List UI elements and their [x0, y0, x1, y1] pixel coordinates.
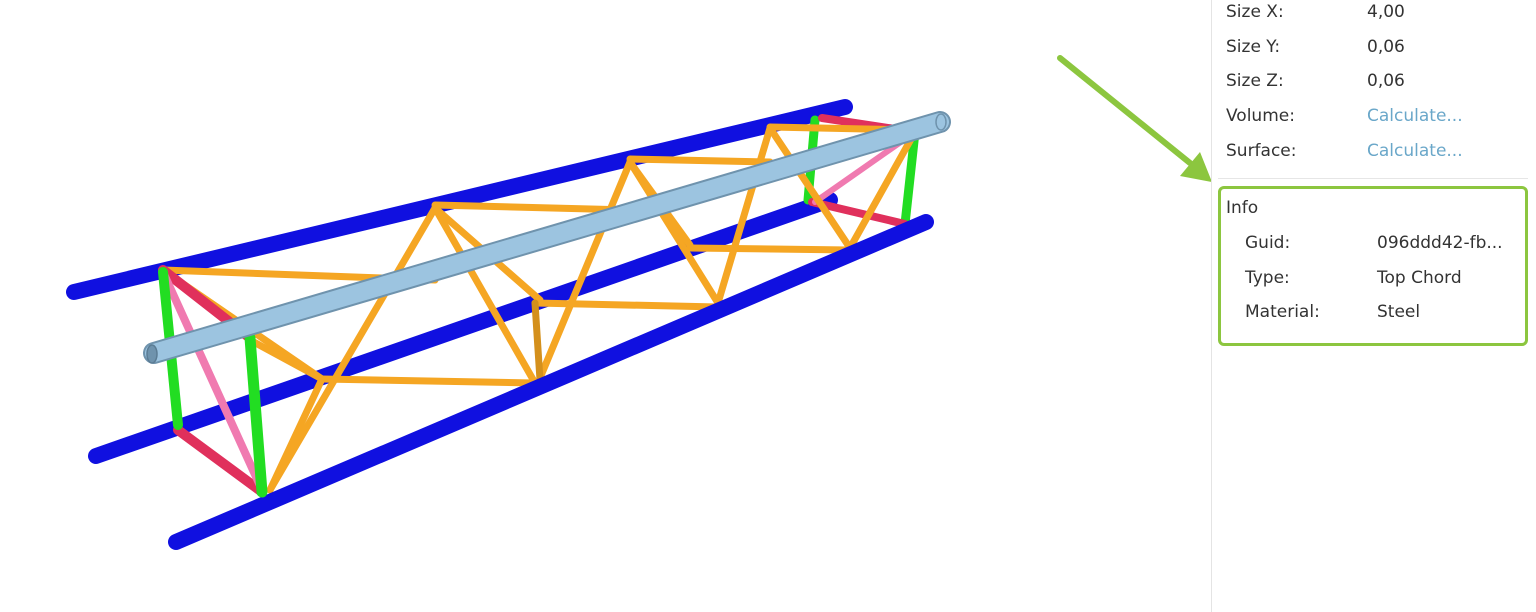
size-y-value: 0,06: [1367, 37, 1405, 57]
size-z-label: Size Z:: [1226, 71, 1284, 91]
size-x-value: 4,00: [1367, 2, 1405, 22]
type-value: Top Chord: [1377, 268, 1462, 288]
surface-calculate-link[interactable]: Calculate...: [1367, 141, 1463, 161]
guid-label: Guid:: [1245, 233, 1291, 253]
size-x-label: Size X:: [1226, 2, 1284, 22]
material-label: Material:: [1245, 302, 1320, 322]
size-y-label: Size Y:: [1226, 37, 1281, 57]
3d-viewport[interactable]: [0, 0, 1211, 612]
arrow-icon: [1057, 55, 1211, 182]
size-z-value: 0,06: [1367, 71, 1405, 91]
guid-value: 096ddd42-fb...: [1377, 233, 1503, 253]
volume-label: Volume:: [1226, 106, 1295, 126]
material-value: Steel: [1377, 302, 1421, 322]
surface-label: Surface:: [1226, 141, 1297, 161]
type-label: Type:: [1245, 268, 1290, 288]
separator: [1218, 178, 1528, 179]
info-section-title[interactable]: Info: [1226, 198, 1258, 218]
properties-panel: Size X: 4,00 Size Y: 0,06 Size Z: 0,06 V…: [1211, 0, 1536, 612]
app-window: Size X: 4,00 Size Y: 0,06 Size Z: 0,06 V…: [0, 0, 1536, 612]
volume-calculate-link[interactable]: Calculate...: [1367, 106, 1463, 126]
info-highlight-box: [1218, 186, 1528, 346]
